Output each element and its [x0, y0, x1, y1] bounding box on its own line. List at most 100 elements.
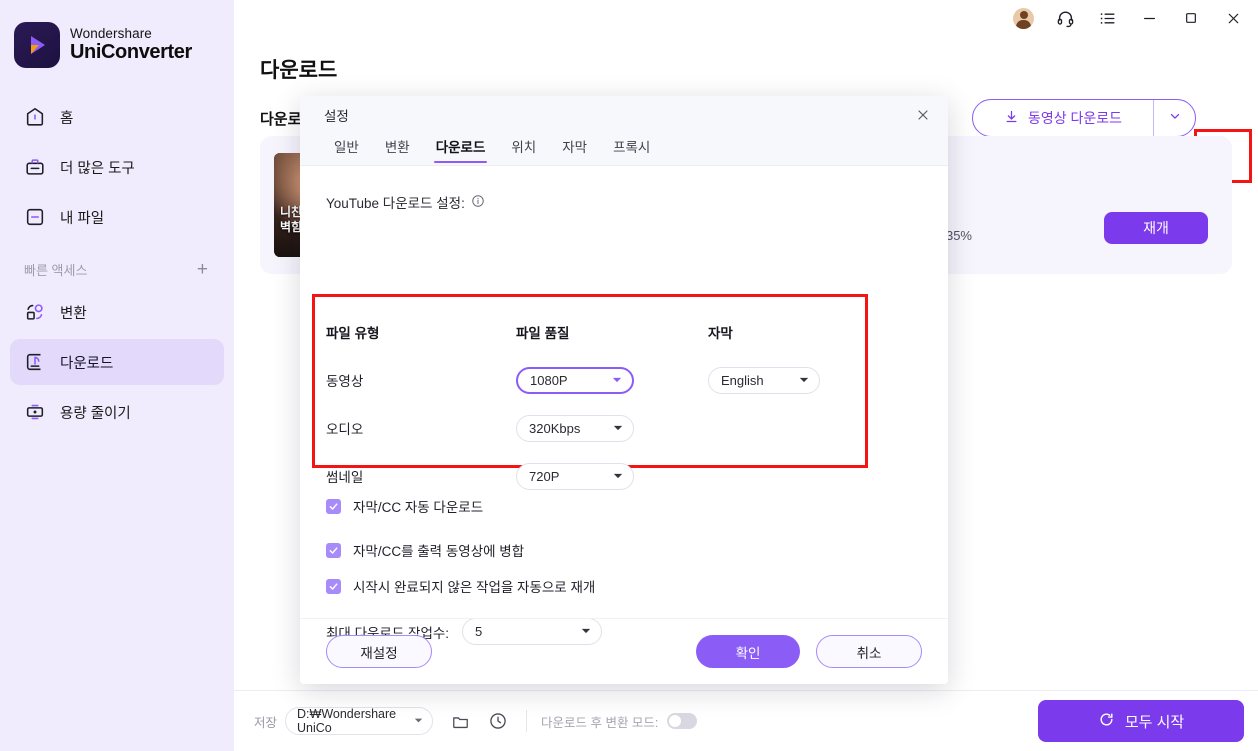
tab-general[interactable]: 일반	[322, 130, 371, 165]
sidebar: Wondershare UniConverter 홈 더 많은 도구 내 파일 …	[0, 0, 234, 751]
checkbox-label: 시작시 완료되지 않은 작업을 자동으로 재개	[353, 580, 596, 595]
checkbox-auto-resume[interactable]: 시작시 완료되지 않은 작업을 자동으로 재개	[326, 576, 595, 596]
video-download-main[interactable]: 동영상 다운로드	[973, 100, 1153, 136]
download-icon	[24, 351, 46, 373]
thumbnail-quality-value: 720P	[529, 468, 560, 484]
chevron-down-icon	[612, 373, 622, 388]
quality-table: 파일 유형 파일 품질 자막 동영상 1080P English 오디오 320…	[326, 308, 866, 500]
brand-top-text: Wondershare	[70, 26, 152, 42]
home-icon	[24, 106, 46, 128]
maximize-icon[interactable]	[1180, 7, 1202, 29]
convert-icon	[24, 301, 46, 323]
video-quality-value: 1080P	[530, 372, 568, 388]
menu-list-icon[interactable]	[1096, 7, 1118, 29]
header-file-quality: 파일 품질	[516, 326, 570, 341]
dialog-close-button[interactable]	[910, 102, 936, 128]
thumbnail-caption: 니친 벽힘	[280, 205, 302, 235]
checkbox-label: 자막/CC를 출력 동영상에 병합	[353, 544, 525, 559]
header-file-type: 파일 유형	[326, 326, 380, 341]
table-header-row: 파일 유형 파일 품질 자막	[326, 308, 866, 356]
dialog-header: 설정 일반 변환 다운로드 위치 자막 프록시	[300, 96, 948, 166]
sidebar-item-more-tools[interactable]: 더 많은 도구	[10, 144, 224, 190]
chevron-down-icon	[613, 421, 623, 436]
sidebar-item-my-files[interactable]: 내 파일	[10, 194, 224, 240]
sidebar-item-home[interactable]: 홈	[10, 94, 224, 140]
my-files-icon	[24, 206, 46, 228]
sidebar-item-compress[interactable]: 용량 줄이기	[10, 389, 224, 435]
sidebar-item-convert[interactable]: 변환	[10, 289, 224, 335]
dialog-title: 설정	[324, 109, 349, 124]
checkbox-auto-download-subtitles[interactable]: 자막/CC 자동 다운로드	[326, 496, 483, 516]
chevron-down-icon	[799, 373, 809, 388]
subtitle-language-select[interactable]: English	[708, 366, 820, 394]
tab-proxy[interactable]: 프록시	[601, 130, 662, 165]
thumbnail-quality-select[interactable]: 720P	[516, 462, 634, 490]
ok-button[interactable]: 확인	[696, 635, 800, 668]
thumbnail-caption-line1: 니친	[280, 205, 303, 219]
checkbox-checked-icon	[326, 498, 341, 514]
settings-dialog: 설정 일반 변환 다운로드 위치 자막 프록시 YouTube 다운로드 설정:	[300, 96, 948, 684]
resume-button[interactable]: 재개	[1104, 212, 1208, 244]
cancel-button[interactable]: 취소	[816, 635, 922, 668]
close-icon[interactable]	[1222, 7, 1244, 29]
video-quality-select[interactable]: 1080P	[516, 366, 634, 394]
table-row: 오디오 320Kbps	[326, 404, 866, 452]
sidebar-item-label: 다운로드	[60, 355, 114, 372]
tab-location[interactable]: 위치	[499, 130, 548, 165]
toolbar-divider	[526, 710, 528, 732]
toolbox-icon	[24, 156, 46, 178]
video-download-dropdown[interactable]	[1153, 100, 1195, 136]
save-path-select[interactable]: D:₩Wondershare UniCo	[285, 707, 434, 735]
tab-download[interactable]: 다운로드	[424, 130, 498, 165]
checkbox-merge-subtitles[interactable]: 자막/CC를 출력 동영상에 병합	[326, 540, 524, 560]
header-subtitle: 자막	[708, 326, 733, 341]
chevron-down-icon	[1168, 109, 1182, 128]
compress-icon	[24, 401, 46, 423]
checkbox-checked-icon	[326, 578, 341, 594]
table-row: 동영상 1080P English	[326, 356, 866, 404]
sidebar-nav: 홈 더 많은 도구 내 파일 빠른 액세스 + 변환 다운로드 용량 줄이기	[0, 94, 234, 435]
audio-quality-select[interactable]: 320Kbps	[516, 414, 634, 442]
subtitle-language-value: English	[721, 372, 764, 388]
row-label-video: 동영상	[326, 374, 364, 389]
start-all-button[interactable]: 모두 시작	[1038, 700, 1244, 742]
window-titlebar	[234, 0, 1258, 36]
tab-subtitle[interactable]: 자막	[550, 130, 599, 165]
sidebar-item-label: 내 파일	[60, 210, 105, 227]
convert-after-download-label: 다운로드 후 변환 모드:	[541, 715, 659, 730]
clock-icon[interactable]	[488, 711, 508, 731]
page-title: 다운로드	[260, 59, 338, 82]
sidebar-item-download[interactable]: 다운로드	[10, 339, 224, 385]
dialog-tabs: 일반 변환 다운로드 위치 자막 프록시	[322, 130, 662, 165]
row-label-thumbnail: 썸네일	[326, 470, 364, 485]
account-avatar[interactable]	[1013, 7, 1034, 29]
video-download-button[interactable]: 동영상 다운로드	[972, 99, 1196, 137]
table-row: 썸네일 720P	[326, 452, 866, 500]
thumbnail-caption-line2: 벽힘	[280, 220, 303, 234]
progress-percent-label: 35%	[945, 228, 972, 243]
tab-convert[interactable]: 변환	[373, 130, 422, 165]
reset-button[interactable]: 재설정	[326, 635, 432, 668]
sidebar-item-label: 홈	[60, 110, 74, 127]
chevron-down-icon	[414, 714, 423, 728]
minimize-icon[interactable]	[1138, 7, 1160, 29]
dialog-body: YouTube 다운로드 설정: 파일 유형 파일 품질 자막 동영상 1080…	[300, 166, 948, 645]
headset-icon[interactable]	[1054, 7, 1076, 29]
folder-icon[interactable]	[451, 712, 470, 731]
bottom-toolbar: 저장 D:₩Wondershare UniCo 다운로드 후 변환 모드: 모두…	[234, 690, 1258, 751]
add-quick-access-button[interactable]: +	[195, 260, 210, 279]
save-path-label: 저장	[254, 715, 278, 730]
sidebar-item-label: 더 많은 도구	[60, 160, 135, 177]
checkbox-checked-icon	[326, 542, 341, 558]
checkbox-label: 자막/CC 자동 다운로드	[353, 500, 484, 515]
info-icon[interactable]	[471, 194, 485, 211]
audio-quality-value: 320Kbps	[529, 420, 581, 436]
uniconverter-window: Wondershare UniConverter 홈 더 많은 도구 내 파일 …	[0, 0, 1258, 751]
convert-after-download-toggle[interactable]	[667, 713, 698, 729]
download-arrow-icon	[1004, 109, 1019, 127]
quick-access-title: 빠른 액세스	[24, 263, 88, 278]
sidebar-item-label: 변환	[60, 305, 87, 322]
start-all-label: 모두 시작	[1124, 713, 1185, 731]
youtube-settings-row: YouTube 다운로드 설정:	[326, 192, 485, 212]
quick-access-header: 빠른 액세스 +	[0, 244, 234, 285]
